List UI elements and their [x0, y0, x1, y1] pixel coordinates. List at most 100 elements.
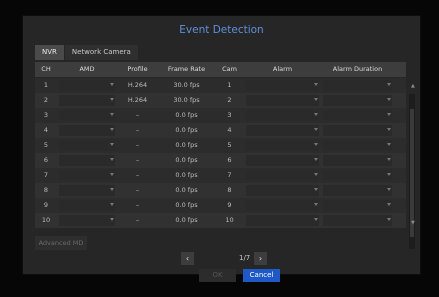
alarm-duration-select[interactable]: 10 sec: [321, 153, 394, 168]
profile-cell: –: [117, 123, 158, 138]
amd-select[interactable]: OFF: [57, 123, 117, 138]
alarm-duration-select[interactable]: 10 sec: [321, 93, 394, 108]
alarm-select[interactable]: None: [244, 183, 321, 198]
alarm-duration-select[interactable]: 10 sec: [321, 213, 394, 228]
amd-select-box: [59, 95, 115, 106]
amd-select[interactable]: OFF: [57, 138, 117, 153]
alarm-duration-select[interactable]: 10 sec: [321, 123, 394, 138]
header-cam: Cam: [222, 65, 237, 73]
alarm-select-box: [246, 80, 319, 91]
advanced-md-button[interactable]: Advanced MD: [35, 236, 87, 250]
chevron-down-icon: [110, 113, 114, 116]
alarm-duration-select[interactable]: 10 sec: [321, 138, 394, 153]
chevron-down-icon: [110, 128, 114, 131]
table-row: 10 OFF – 0.0 fps 10 None10 sec: [35, 213, 406, 228]
chevron-down-icon: [314, 203, 318, 206]
amd-select[interactable]: OFF: [57, 93, 117, 108]
alarm-duration-select-box: [323, 125, 392, 136]
frame-rate-cell: 0.0 fps: [158, 213, 215, 228]
profile-cell-value: –: [135, 216, 140, 224]
alarm-duration-select-box: [323, 215, 392, 226]
chevron-down-icon: [110, 218, 114, 221]
alarm-select[interactable]: None: [244, 138, 321, 153]
profile-cell-value: –: [135, 126, 140, 134]
channel-cell: 7: [35, 168, 57, 183]
alarm-select[interactable]: None: [244, 213, 321, 228]
alarm-select[interactable]: None: [244, 108, 321, 123]
chevron-down-icon: [110, 83, 114, 86]
alarm-duration-select[interactable]: 10 sec: [321, 168, 394, 183]
alarm-select[interactable]: None: [244, 93, 321, 108]
channel-cell-value: 6: [43, 156, 49, 164]
amd-select[interactable]: OFF: [57, 183, 117, 198]
amd-select-box: [59, 155, 115, 166]
table-row: 8 OFF – 0.0 fps 8 None10 sec: [35, 183, 406, 198]
scrollbar-thumb[interactable]: [410, 109, 414, 237]
amd-select-box: [59, 185, 115, 196]
profile-cell-value: –: [135, 141, 140, 149]
alarm-select-box: [246, 110, 319, 121]
table-row: 6 OFF – 0.0 fps 6 None10 sec: [35, 153, 406, 168]
alarm-select[interactable]: None: [244, 198, 321, 213]
channel-cell-value: 10: [41, 216, 51, 224]
page-indicator: 1/7: [239, 254, 251, 262]
cam-cell-value: 2: [227, 96, 232, 104]
alarm-select-box: [246, 155, 319, 166]
cancel-button[interactable]: Cancel: [243, 269, 280, 282]
amd-select[interactable]: OFF: [57, 213, 117, 228]
ok-button[interactable]: OK: [199, 269, 236, 282]
chevron-down-icon: [314, 128, 318, 131]
cam-cell: 10: [215, 213, 244, 228]
alarm-duration-select[interactable]: 10 sec: [321, 198, 394, 213]
cam-cell-value: 9: [227, 201, 232, 209]
cam-cell-value: 5: [227, 141, 232, 149]
alarm-select[interactable]: None: [244, 78, 321, 93]
table-row: 1 OFF H.264 30.0 fps 1 None10 sec: [35, 78, 406, 93]
alarm-duration-select[interactable]: 10 sec: [321, 108, 394, 123]
alarm-select[interactable]: None: [244, 123, 321, 138]
frame-rate-cell-value: 30.0 fps: [173, 81, 200, 89]
header-alarm-duration: Alarm Duration: [332, 65, 383, 73]
event-table: CH AMD Profile Frame Rate Cam Alarm Alar…: [35, 62, 406, 228]
cam-cell-value: 8: [227, 186, 232, 194]
alarm-duration-select[interactable]: 10 sec: [321, 78, 394, 93]
amd-select[interactable]: OFF: [57, 78, 117, 93]
next-page-button[interactable]: ›: [254, 252, 267, 265]
profile-cell-value: –: [135, 171, 140, 179]
prev-page-button[interactable]: ‹: [181, 252, 194, 265]
amd-select[interactable]: OFF: [57, 108, 117, 123]
channel-cell: 1: [35, 78, 57, 93]
cam-cell: 7: [215, 168, 244, 183]
channel-cell-value: 3: [43, 111, 49, 119]
tab-nvr[interactable]: NVR: [35, 45, 64, 60]
profile-cell: H.264: [117, 78, 158, 93]
alarm-duration-select[interactable]: 10 sec: [321, 183, 394, 198]
alarm-select[interactable]: None: [244, 153, 321, 168]
dialog-title: Event Detection: [179, 24, 264, 36]
channel-cell: 2: [35, 93, 57, 108]
profile-cell: H.264: [117, 93, 158, 108]
chevron-left-icon: ‹: [185, 254, 190, 263]
profile-cell: –: [117, 168, 158, 183]
alarm-duration-select-box: [323, 95, 392, 106]
table-header: CH AMD Profile Frame Rate Cam Alarm Alar…: [35, 62, 406, 77]
chevron-down-icon: [387, 83, 391, 86]
event-detection-dialog: Event Detection NVR Network Camera CH AM…: [22, 15, 421, 282]
chevron-right-icon: ›: [258, 254, 263, 263]
amd-select[interactable]: OFF: [57, 153, 117, 168]
alarm-duration-select-box: [323, 200, 392, 211]
tab-network-camera[interactable]: Network Camera: [64, 45, 138, 60]
frame-rate-cell: 0.0 fps: [158, 168, 215, 183]
scroll-up-icon[interactable]: ▲: [411, 83, 415, 89]
chevron-down-icon: [110, 158, 114, 161]
alarm-select[interactable]: None: [244, 168, 321, 183]
amd-select-box: [59, 215, 115, 226]
amd-select-box: [59, 80, 115, 91]
alarm-select-box: [246, 200, 319, 211]
amd-select[interactable]: OFF: [57, 168, 117, 183]
amd-select[interactable]: OFF: [57, 198, 117, 213]
frame-rate-cell: 0.0 fps: [158, 123, 215, 138]
alarm-duration-select-box: [323, 155, 392, 166]
profile-cell: –: [117, 183, 158, 198]
scroll-down-icon[interactable]: ▼: [411, 220, 415, 226]
